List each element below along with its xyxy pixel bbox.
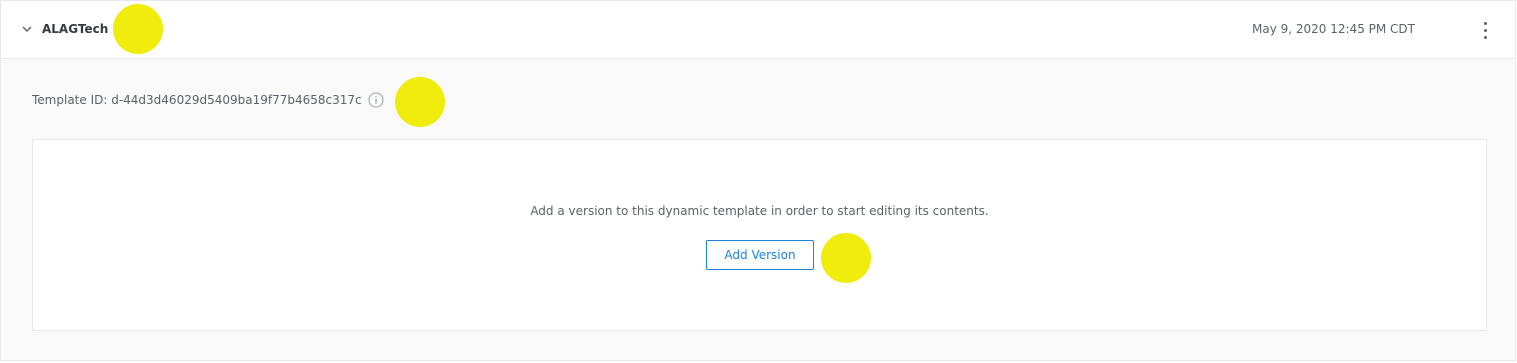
template-id-row: Template ID: d-44d3d46029d5409ba19f77b46… xyxy=(32,92,384,108)
chevron-down-icon[interactable] xyxy=(21,23,33,35)
template-updated-date: May 9, 2020 12:45 PM CDT xyxy=(1252,22,1415,36)
template-panel: ALAGTech May 9, 2020 12:45 PM CDT Templa… xyxy=(0,0,1516,361)
template-id-text: Template ID: d-44d3d46029d5409ba19f77b46… xyxy=(32,93,362,107)
highlight-marker xyxy=(113,4,163,54)
kebab-menu-icon[interactable] xyxy=(1475,18,1495,42)
empty-state-message: Add a version to this dynamic template i… xyxy=(530,204,989,218)
versions-empty-card: Add a version to this dynamic template i… xyxy=(32,139,1487,331)
info-icon[interactable] xyxy=(368,92,384,108)
highlight-marker xyxy=(395,77,445,127)
highlight-marker xyxy=(821,233,871,283)
template-name: ALAGTech xyxy=(42,22,109,36)
add-version-button[interactable]: Add Version xyxy=(706,240,814,270)
template-header[interactable]: ALAGTech May 9, 2020 12:45 PM CDT xyxy=(1,1,1515,59)
